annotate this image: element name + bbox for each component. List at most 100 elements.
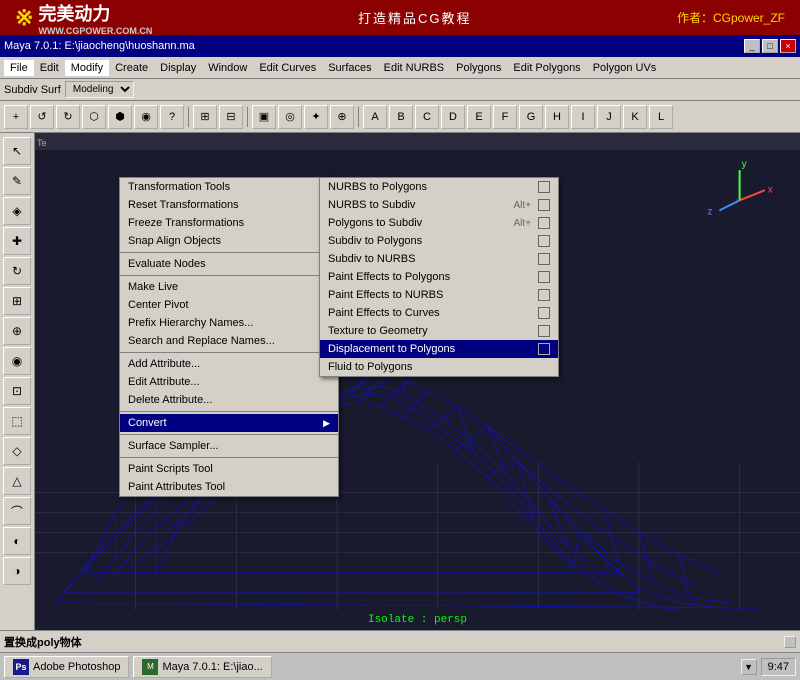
menu-display[interactable]: Display (154, 60, 202, 76)
menu-center-pivot[interactable]: Center Pivot (120, 296, 338, 314)
maya-taskbar-btn[interactable]: M Maya 7.0.1: E:\jiao... (133, 656, 271, 678)
attr-tool[interactable]: △ (3, 467, 31, 495)
tool-icon-c[interactable]: C (415, 105, 439, 129)
menu-add-attribute[interactable]: Add Attribute... (120, 355, 338, 373)
option-box-icon-6[interactable] (538, 271, 550, 283)
menu-polygons[interactable]: Polygons (450, 60, 507, 76)
select-tool[interactable]: ↖ (3, 137, 31, 165)
menu-prefix-hierarchy[interactable]: Prefix Hierarchy Names... (120, 314, 338, 332)
tool-icon-move[interactable]: ⊕ (330, 105, 354, 129)
tool-icon-f[interactable]: F (493, 105, 517, 129)
snap-tool[interactable]: ◇ (3, 437, 31, 465)
option-box-icon-10[interactable] (538, 343, 550, 355)
menu-modify[interactable]: Modify (65, 60, 109, 76)
menu-paint-scripts[interactable]: Paint Scripts Tool (120, 460, 338, 478)
convert-paintfx-polygons[interactable]: Paint Effects to Polygons (320, 268, 558, 286)
convert-nurbs-subdiv[interactable]: NURBS to Subdiv Alt+ (320, 196, 558, 214)
convert-fluid-polygons[interactable]: Fluid to Polygons (320, 358, 558, 376)
universal-tool[interactable]: ⊕ (3, 317, 31, 345)
convert-polygons-subdiv[interactable]: Polygons to Subdiv Alt+ (320, 214, 558, 232)
tool-icon-cam[interactable]: ◎ (278, 105, 302, 129)
menu-make-live[interactable]: Make Live (120, 278, 338, 296)
tool-icon-1[interactable]: + (4, 105, 28, 129)
tool-icon-5[interactable]: ⬢ (108, 105, 132, 129)
move-tool[interactable]: ✚ (3, 227, 31, 255)
convert-displacement-polygons[interactable]: Displacement to Polygons (320, 340, 558, 358)
convert-subdiv-nurbs[interactable]: Subdiv to NURBS (320, 250, 558, 268)
menu-bar[interactable]: File Edit Modify Create Display Window E… (0, 57, 800, 79)
cloth-tool[interactable]: ◑ (3, 557, 31, 585)
tool-icon-light[interactable]: ✦ (304, 105, 328, 129)
convert-texture-geometry[interactable]: Texture to Geometry (320, 322, 558, 340)
menu-create[interactable]: Create (109, 60, 154, 76)
menu-freeze-transformations[interactable]: Freeze Transformations□ (120, 214, 338, 232)
option-box-icon-9[interactable] (538, 325, 550, 337)
menu-delete-attribute[interactable]: Delete Attribute... (120, 391, 338, 409)
option-box-icon[interactable] (538, 181, 550, 193)
tool-icon-6[interactable]: ◉ (134, 105, 158, 129)
menu-snap-align[interactable]: Snap Align Objects▶ (120, 232, 338, 250)
menu-edit[interactable]: Edit (34, 60, 65, 76)
option-box-icon-4[interactable] (538, 235, 550, 247)
menu-transformation-tools[interactable]: Transformation Tools▶ (120, 178, 338, 196)
close-button[interactable]: × (780, 39, 796, 53)
menu-reset-transformations[interactable]: Reset Transformations□ (120, 196, 338, 214)
menu-surface-sampler[interactable]: Surface Sampler... (120, 437, 338, 455)
tool-icon-i[interactable]: I (571, 105, 595, 129)
tool-icon-k[interactable]: K (623, 105, 647, 129)
minimize-button[interactable]: _ (744, 39, 760, 53)
paint-tool[interactable]: ✎ (3, 167, 31, 195)
menu-convert[interactable]: Convert▶ (120, 414, 338, 432)
convert-submenu[interactable]: NURBS to Polygons NURBS to Subdiv Alt+ P… (319, 177, 559, 377)
convert-nurbs-polygons[interactable]: NURBS to Polygons (320, 178, 558, 196)
rect-sel-tool[interactable]: ⬚ (3, 407, 31, 435)
sculpt-tool[interactable]: ◐ (3, 527, 31, 555)
tool-icon-4[interactable]: ⬡ (82, 105, 106, 129)
menu-edit-polygons[interactable]: Edit Polygons (507, 60, 586, 76)
tool-icon-b[interactable]: B (389, 105, 413, 129)
curve-tool[interactable]: ⌒ (3, 497, 31, 525)
tool-icon-7[interactable]: ? (160, 105, 184, 129)
taskbar-apps[interactable]: Ps Adobe Photoshop M Maya 7.0.1: E:\jiao… (4, 656, 272, 678)
menu-edit-curves[interactable]: Edit Curves (253, 60, 322, 76)
tool-icon-j[interactable]: J (597, 105, 621, 129)
modify-menu[interactable]: Transformation Tools▶ Reset Transformati… (119, 177, 339, 497)
menu-paint-attributes[interactable]: Paint Attributes Tool (120, 478, 338, 496)
menu-surfaces[interactable]: Surfaces (322, 60, 377, 76)
maximize-button[interactable]: □ (762, 39, 778, 53)
brush-tool[interactable]: ◈ (3, 197, 31, 225)
tool-icon-3[interactable]: ↻ (56, 105, 80, 129)
convert-paintfx-curves[interactable]: Paint Effects to Curves (320, 304, 558, 322)
tool-icon-h[interactable]: H (545, 105, 569, 129)
tool-icon-a[interactable]: A (363, 105, 387, 129)
photoshop-taskbar-btn[interactable]: Ps Adobe Photoshop (4, 656, 129, 678)
menu-search-replace[interactable]: Search and Replace Names... (120, 332, 338, 350)
menu-file[interactable]: File (4, 60, 34, 76)
soft-sel-tool[interactable]: ◉ (3, 347, 31, 375)
menu-edit-attribute[interactable]: Edit Attribute... (120, 373, 338, 391)
tool-icon-2[interactable]: ↺ (30, 105, 54, 129)
option-box-icon-2[interactable] (538, 199, 550, 211)
tool-icon-d[interactable]: D (441, 105, 465, 129)
tool-icon-l[interactable]: L (649, 105, 673, 129)
tool-icon-e[interactable]: E (467, 105, 491, 129)
menu-evaluate-nodes[interactable]: Evaluate Nodes▶ (120, 255, 338, 273)
module-dropdown[interactable]: Modeling (65, 81, 134, 98)
tool-icon-g[interactable]: G (519, 105, 543, 129)
option-box-icon-5[interactable] (538, 253, 550, 265)
tool-icon-snap[interactable]: ⊞ (193, 105, 217, 129)
lasso-tool[interactable]: ⊡ (3, 377, 31, 405)
scale-tool[interactable]: ⊞ (3, 287, 31, 315)
convert-paintfx-nurbs[interactable]: Paint Effects to NURBS (320, 286, 558, 304)
menu-polygon-uvs[interactable]: Polygon UVs (587, 60, 663, 76)
menu-window[interactable]: Window (202, 60, 253, 76)
window-controls[interactable]: _ □ × (744, 39, 796, 53)
rotate-tool[interactable]: ↻ (3, 257, 31, 285)
option-box-icon-8[interactable] (538, 307, 550, 319)
menu-edit-nurbs[interactable]: Edit NURBS (378, 60, 451, 76)
tool-icon-snap2[interactable]: ⊟ (219, 105, 243, 129)
option-box-icon-3[interactable] (538, 217, 550, 229)
convert-subdiv-polygons[interactable]: Subdiv to Polygons (320, 232, 558, 250)
option-box-icon-7[interactable] (538, 289, 550, 301)
tool-icon-render[interactable]: ▣ (252, 105, 276, 129)
